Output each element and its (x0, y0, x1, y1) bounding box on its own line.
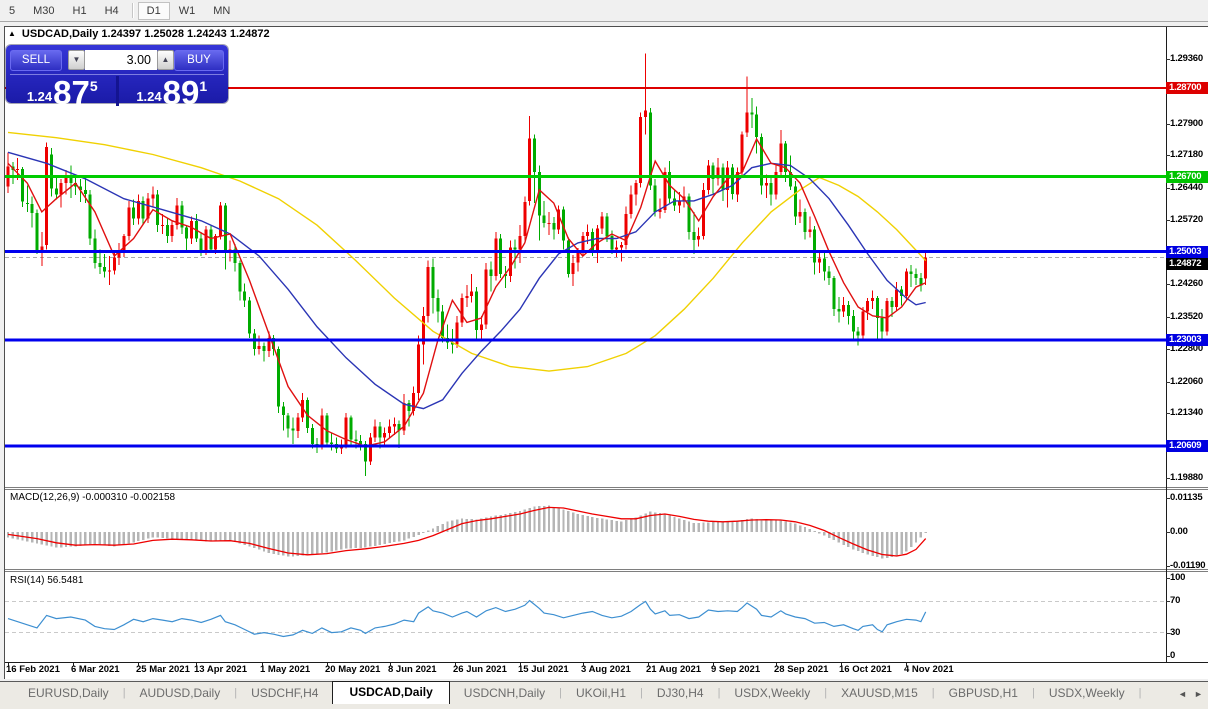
price-tick-1.23520: 1.23520 (1170, 311, 1203, 322)
price-divider (115, 76, 119, 106)
rsi-chart[interactable] (5, 572, 1166, 662)
collapse-panel-icon[interactable]: ▲ (8, 29, 16, 38)
date-label: 13 Apr 2021 (194, 664, 247, 675)
date-label: 6 Mar 2021 (71, 664, 120, 675)
date-label: 25 Mar 2021 (136, 664, 190, 675)
price-tick-1.27180: 1.27180 (1170, 149, 1203, 160)
date-label: 15 Jul 2021 (518, 664, 569, 675)
date-label: 9 Sep 2021 (711, 664, 761, 675)
symbol-tab-bar: EURUSD,Daily | AUDUSD,Daily | USDCHF,H4 USDCA… (0, 681, 1208, 709)
macd-histogram (6, 505, 927, 559)
one-click-trading-panel: SELL ▼ ▲ BUY 1.24875 1.24891 (6, 45, 228, 111)
rsi-indicator-label: RSI(14) 56.5481 (10, 575, 84, 586)
macd-indicator-label: MACD(12,26,9) -0.000310 -0.002158 (10, 492, 176, 503)
price-badge-1.25003: 1.25003 (1166, 246, 1208, 258)
price-badge-1.26700: 1.26700 (1166, 171, 1208, 183)
tab-dj30-h4[interactable]: DJ30,H4 (643, 683, 718, 703)
tab-separator: | (1138, 687, 1142, 699)
tab-audusd-daily[interactable]: AUDUSD,Daily (126, 683, 235, 703)
chart-header: ▲ USDCAD,Daily 1.24397 1.25028 1.24243 1.… (8, 28, 270, 40)
buy-price-display[interactable]: 1.24 89 1 (120, 74, 225, 111)
timeframe-5-button[interactable]: 5 (0, 2, 24, 20)
tab-usdchf-h4[interactable]: USDCHF,H4 (237, 683, 332, 703)
tab-scroll-left-icon[interactable]: ◄ (1178, 689, 1187, 699)
tab-gbpusd-h1[interactable]: GBPUSD,H1 (935, 683, 1032, 703)
sell-price-prefix: 1.24 (26, 89, 53, 104)
sell-price-pips: 87 (53, 74, 90, 111)
date-label: 16 Feb 2021 (6, 664, 60, 675)
date-label: 4 Nov 2021 (904, 664, 954, 675)
buy-price-point: 1 (199, 78, 208, 94)
price-badge-1.28700: 1.28700 (1166, 82, 1208, 94)
ma-mid-blue (7, 151, 926, 410)
tab-eurusd-daily[interactable]: EURUSD,Daily (14, 683, 123, 703)
buy-price-pips: 89 (162, 74, 200, 111)
timeframe-mn-button[interactable]: MN (204, 2, 239, 20)
volume-decrease-button[interactable]: ▼ (68, 50, 85, 70)
sell-price-display[interactable]: 1.24 87 5 (10, 74, 115, 111)
tab-usdx-weekly[interactable]: USDX,Weekly (1035, 683, 1139, 703)
timeframe-toolbar: 5 M30 H1 H4 D1 W1 MN (0, 0, 1208, 22)
price-badge-1.20609: 1.20609 (1166, 440, 1208, 452)
tab-usdcnh-daily[interactable]: USDCNH,Daily (450, 683, 559, 703)
time-axis-divider (5, 662, 1208, 663)
macd-tick-0.01135: 0.01135 (1170, 492, 1203, 503)
tab-usdcad-daily[interactable]: USDCAD,Daily (332, 681, 450, 704)
buy-button[interactable]: BUY (174, 49, 224, 71)
sell-button[interactable]: SELL (10, 49, 62, 71)
price-tick-1.27900: 1.27900 (1170, 118, 1203, 129)
price-tick-1.26440: 1.26440 (1170, 182, 1203, 193)
date-label: 26 Jun 2021 (453, 664, 507, 675)
price-tick-1.25720: 1.25720 (1170, 214, 1203, 225)
timeframe-h4-button[interactable]: H4 (96, 2, 128, 20)
price-tick-1.19880: 1.19880 (1170, 472, 1203, 483)
price-badge-1.24872: 1.24872 (1166, 258, 1208, 270)
chevron-down-icon: ▼ (72, 55, 81, 64)
volume-input[interactable] (85, 50, 157, 70)
volume-increase-button[interactable]: ▲ (157, 50, 174, 70)
chart-symbol-label: USDCAD,Daily (21, 28, 99, 40)
price-badge-1.23003: 1.23003 (1166, 334, 1208, 346)
price-tick-1.29360: 1.29360 (1170, 53, 1203, 64)
tab-usdx-weekly[interactable]: USDX,Weekly (720, 683, 824, 703)
timeframe-m30-button[interactable]: M30 (24, 2, 63, 20)
date-label: 1 May 2021 (260, 664, 311, 675)
rsi-tick-70: 70 (1170, 595, 1181, 606)
tab-ukoil-h1[interactable]: UKOil,H1 (562, 683, 640, 703)
macd-chart[interactable] (5, 490, 1166, 569)
chart-ohlc-values: 1.24397 1.25028 1.24243 1.24872 (101, 28, 270, 40)
date-label: 21 Aug 2021 (646, 664, 702, 675)
chevron-up-icon: ▲ (161, 55, 170, 64)
date-label: 28 Sep 2021 (774, 664, 829, 675)
macd-tick-0.00: 0.00 (1170, 526, 1188, 537)
price-tick-1.24260: 1.24260 (1170, 278, 1203, 289)
tab-scroll-right-icon[interactable]: ► (1194, 689, 1203, 699)
date-label: 20 May 2021 (325, 664, 381, 675)
buy-price-prefix: 1.24 (136, 89, 162, 104)
macd-tick--0.01190: -0.01190 (1170, 560, 1206, 571)
tab-xauusd-m15[interactable]: XAUUSD,M15 (827, 683, 932, 703)
rsi-tick-100: 100 (1170, 572, 1186, 583)
candlesticks (6, 53, 928, 477)
price-tick-1.21340: 1.21340 (1170, 407, 1203, 418)
timeframe-w1-button[interactable]: W1 (170, 2, 205, 20)
date-label: 8 Jun 2021 (388, 664, 437, 675)
trading-terminal: 5 M30 H1 H4 D1 W1 MN ▲ USDCAD,Daily 1.24397 1.2… (0, 0, 1208, 709)
date-label: 16 Oct 2021 (839, 664, 892, 675)
sell-price-point: 5 (89, 78, 98, 94)
rsi-tick-0: 0 (1170, 650, 1176, 661)
rsi-splitter[interactable] (5, 569, 1208, 572)
toolbar-separator (131, 3, 134, 18)
date-label: 3 Aug 2021 (581, 664, 631, 675)
macd-splitter[interactable] (5, 487, 1208, 490)
rsi-tick-30: 30 (1170, 627, 1181, 638)
timeframe-d1-button[interactable]: D1 (137, 1, 170, 20)
price-tick-1.22060: 1.22060 (1170, 376, 1203, 387)
timeframe-h1-button[interactable]: H1 (64, 2, 96, 20)
rsi-line (7, 599, 927, 638)
